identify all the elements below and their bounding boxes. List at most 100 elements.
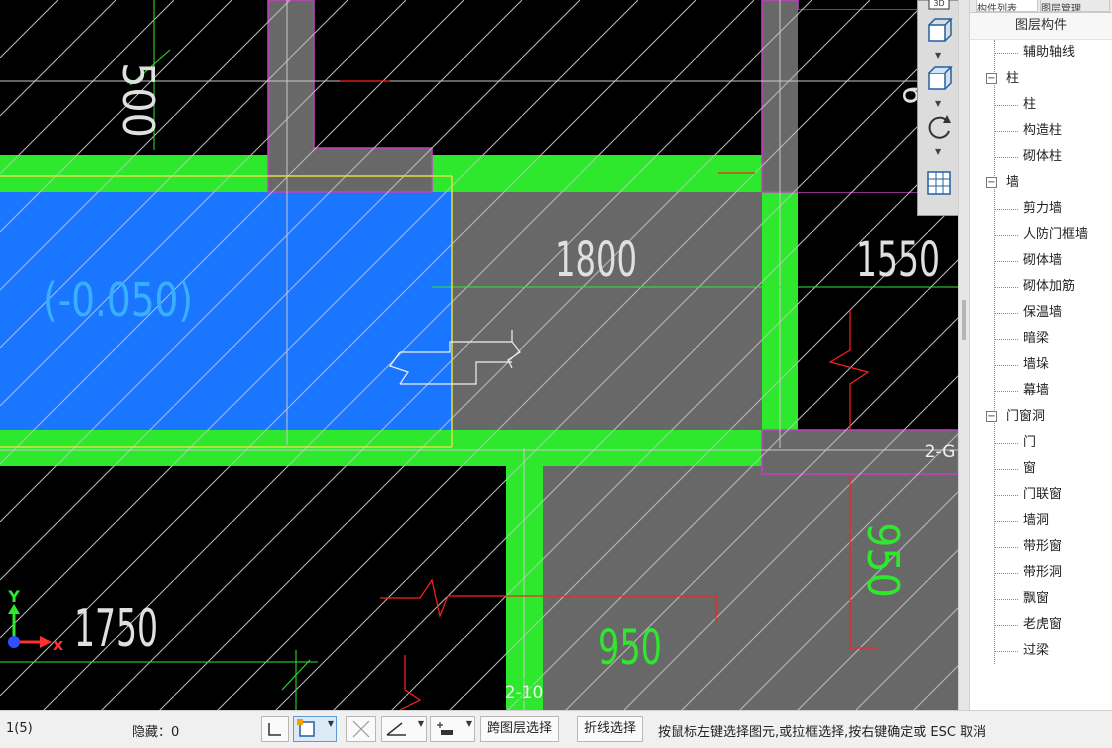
- tree-item[interactable]: 老虎窗: [970, 612, 1112, 638]
- tree-item[interactable]: 带形洞: [970, 560, 1112, 586]
- snap-icon: [297, 719, 315, 737]
- tree-item-label: 墙: [1006, 175, 1020, 190]
- rotate-icon[interactable]: [925, 113, 953, 141]
- tree-item[interactable]: 过梁: [970, 638, 1112, 664]
- tree-item-label: 墙洞: [1023, 513, 1050, 528]
- ortho-icon: [268, 723, 281, 736]
- tree-item[interactable]: 带形窗: [970, 534, 1112, 560]
- tree-item[interactable]: 暗梁: [970, 326, 1112, 352]
- cross-icon: [352, 720, 370, 738]
- tree-item-label: 辅助轴线: [1023, 45, 1076, 60]
- tree-item-label: 窗: [1023, 461, 1037, 476]
- layer-tree: 辅助轴线 − 柱柱构造柱 砌体柱 − 墙剪力墙 人防门框墙 砌体墙 砌体加筋 保温墙 暗梁 墙垛 幕墙 −…: [970, 40, 1112, 664]
- offset-icon: [437, 722, 453, 735]
- panel-tabs: 构件列表 图层管理: [970, 0, 1112, 13]
- dim-text-1750: 1750: [74, 599, 158, 659]
- tree-item[interactable]: 墙垛: [970, 352, 1112, 378]
- tree-item-label: 剪力墙: [1023, 201, 1063, 216]
- tree-item-label: 人防门框墙: [1023, 227, 1089, 242]
- tree-item-label: 柱: [1023, 97, 1037, 112]
- tree-item[interactable]: 砌体墙: [970, 248, 1112, 274]
- tree-item-label: 构造柱: [1023, 123, 1063, 138]
- tree-item[interactable]: 飘窗: [970, 586, 1112, 612]
- dim-text-950-vertical: 950: [857, 522, 908, 598]
- view-toolbar: 3D ▼ ▼ ▼: [917, 0, 958, 216]
- tree-item[interactable]: 柱: [970, 92, 1112, 118]
- status-hint: 按鼠标左键选择图元,或拉框选择,按右键确定或 ESC 取消: [658, 725, 987, 740]
- tree-item-label: 砌体加筋: [1023, 279, 1076, 294]
- status-bar: 1(5) 隐藏：0 ▼ ▼ ▼ 跨图层选择 折线选择 按鼠标左键选择图元,或拉框…: [0, 710, 1112, 748]
- tree-group[interactable]: − 柱: [970, 66, 1112, 92]
- tab-component-list[interactable]: 构件列表: [976, 0, 1038, 12]
- tree-item-label: 飘窗: [1023, 591, 1050, 606]
- chevron-down-icon[interactable]: ▼: [935, 147, 941, 156]
- cross-layer-select-button[interactable]: 跨图层选择: [480, 716, 560, 742]
- panel-splitter[interactable]: [958, 0, 970, 710]
- dim-text-500: 500: [112, 62, 163, 138]
- svg-text:3D: 3D: [933, 0, 944, 8]
- tree-item-label: 幕墙: [1023, 383, 1050, 398]
- tree-item-label: 墙垛: [1023, 357, 1050, 372]
- tree-item[interactable]: 门: [970, 430, 1112, 456]
- tab-layer-management[interactable]: 图层管理: [1040, 0, 1110, 12]
- tree-item-label: 带形窗: [1023, 539, 1063, 554]
- tree-item-label: 砌体柱: [1023, 149, 1063, 164]
- chevron-down-icon[interactable]: ▼: [328, 719, 334, 728]
- tree-item-label: 暗梁: [1023, 331, 1050, 346]
- tree-item-label: 门联窗: [1023, 487, 1063, 502]
- polyline-select-button[interactable]: 折线选择: [577, 716, 644, 742]
- tree-group[interactable]: − 墙: [970, 170, 1112, 196]
- dim-text-950-horizontal: 950: [598, 620, 662, 676]
- offset-button[interactable]: ▼: [430, 716, 475, 742]
- drawing-canvas[interactable]: 500 1800 1550 1750 950 950 (-0.050) 2-G …: [0, 0, 958, 710]
- chevron-down-icon[interactable]: ▼: [466, 719, 472, 728]
- axis-y-label: Y: [7, 587, 20, 606]
- tree-item[interactable]: 辅助轴线: [970, 40, 1112, 66]
- tree-item-label: 保温墙: [1023, 305, 1063, 320]
- elevation-text: (-0.050): [43, 273, 193, 327]
- tree-item[interactable]: 人防门框墙: [970, 222, 1112, 248]
- layer-grid-icon[interactable]: [925, 169, 953, 197]
- tree-group[interactable]: − 门窗洞: [970, 404, 1112, 430]
- axis-label-2g: 2-G: [925, 442, 956, 462]
- splitter-grip[interactable]: [962, 300, 966, 340]
- cube-side-icon[interactable]: [925, 65, 953, 93]
- layer-panel: 构件列表 图层管理 图层构件 辅助轴线 − 柱柱构造柱 砌体柱 − 墙剪力墙 人防门框墙 砌体…: [970, 0, 1112, 710]
- tree-item-label: 老虎窗: [1023, 617, 1063, 632]
- tree-item-label: 柱: [1006, 71, 1020, 86]
- dim-text-1800: 1800: [555, 232, 637, 288]
- axis-label-2-10: 2-10: [505, 683, 544, 703]
- tree-item-label: 过梁: [1023, 643, 1050, 658]
- tree-item[interactable]: 窗: [970, 456, 1112, 482]
- tree-item-label: 带形洞: [1023, 565, 1063, 580]
- snap-button[interactable]: ▼: [293, 716, 337, 742]
- tree-item-label: 砌体墙: [1023, 253, 1063, 268]
- ortho-button[interactable]: [261, 716, 289, 742]
- dim-text-1550: 1550: [856, 232, 940, 288]
- tree-item[interactable]: 墙洞: [970, 508, 1112, 534]
- tree-item-label: 门窗洞: [1006, 409, 1046, 424]
- tree-item[interactable]: 砌体柱: [970, 144, 1112, 170]
- cad-drawing[interactable]: 500 1800 1550 1750 950 950 (-0.050) 2-G …: [0, 0, 958, 710]
- angle-icon: [386, 722, 406, 736]
- tree-item[interactable]: 门联窗: [970, 482, 1112, 508]
- collapse-icon[interactable]: −: [986, 73, 997, 84]
- cross-button[interactable]: [346, 716, 376, 742]
- tree-item[interactable]: 幕墙: [970, 378, 1112, 404]
- tree-header: 图层构件: [970, 13, 1112, 40]
- collapse-icon[interactable]: −: [986, 177, 997, 188]
- chevron-down-icon[interactable]: ▼: [935, 51, 941, 60]
- selection-count: 1(5): [6, 721, 33, 736]
- tree-item-label: 门: [1023, 435, 1037, 450]
- chevron-down-icon[interactable]: ▼: [935, 99, 941, 108]
- axis-x-label: x: [53, 635, 64, 654]
- tree-item[interactable]: 保温墙: [970, 300, 1112, 326]
- tree-item[interactable]: 剪力墙: [970, 196, 1112, 222]
- hidden-count: 隐藏：0: [132, 725, 180, 740]
- tree-item[interactable]: 构造柱: [970, 118, 1112, 144]
- angle-button[interactable]: ▼: [381, 716, 427, 742]
- chevron-down-icon[interactable]: ▼: [418, 719, 424, 728]
- tree-item[interactable]: 砌体加筋: [970, 274, 1112, 300]
- collapse-icon[interactable]: −: [986, 411, 997, 422]
- cube-view-icon[interactable]: [925, 17, 953, 45]
